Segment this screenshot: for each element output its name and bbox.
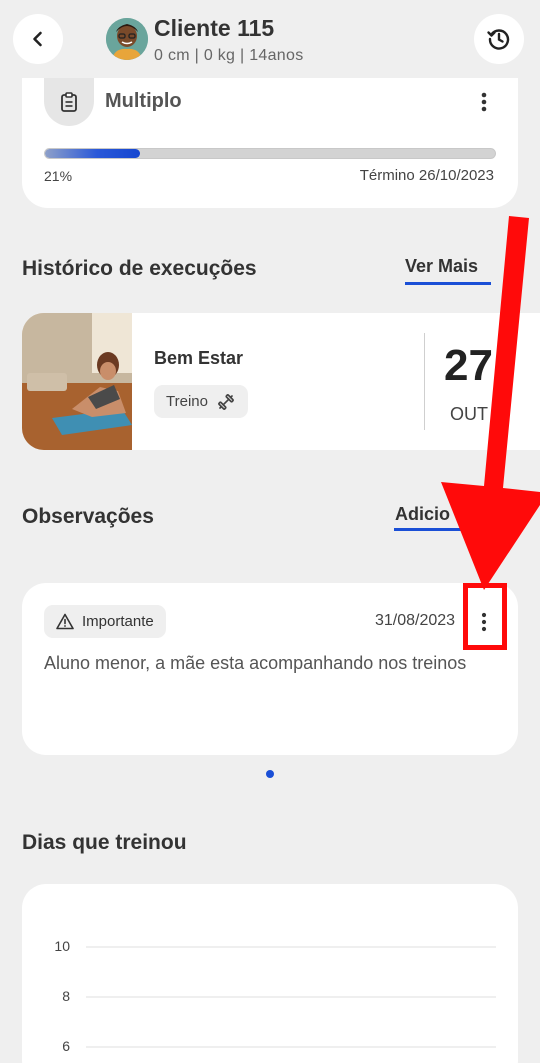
history-button[interactable] <box>474 14 524 64</box>
plan-progress-fill <box>45 149 140 158</box>
client-name: Cliente 115 <box>154 15 275 41</box>
execution-type-label: Treino <box>166 393 208 410</box>
annotation-highlight-box <box>463 583 507 650</box>
plan-name: Multiplo <box>105 90 182 112</box>
execution-title: Bem Estar <box>154 348 244 368</box>
warning-icon <box>56 613 74 630</box>
y-tick-label: 10 <box>54 938 70 954</box>
observation-text: Aluno menor, a mãe esta acompanhando nos… <box>44 653 467 673</box>
app-header: Cliente 115 0 cm | 0 kg | 14anos <box>0 0 540 78</box>
plan-more-button[interactable] <box>474 90 494 114</box>
observation-tag-label: Importante <box>82 613 154 630</box>
chevron-left-icon <box>33 31 42 47</box>
y-tick-label: 6 <box>62 1038 70 1054</box>
execution-day: 27 <box>444 341 493 390</box>
execution-month: OUT <box>450 404 488 424</box>
back-button[interactable] <box>13 14 63 64</box>
observation-card[interactable]: Importante 31/08/2023 Aluno menor, a mãe… <box>22 583 518 755</box>
grid-line <box>86 1046 496 1048</box>
client-meta: 0 cm | 0 kg | 14anos <box>154 47 304 64</box>
workout-photo <box>22 313 132 450</box>
grid-line <box>86 996 496 998</box>
add-observation-link[interactable]: Adicio <box>395 504 450 525</box>
observation-tag-chip: Importante <box>44 605 166 638</box>
plan-progress-label: 21% <box>44 168 73 184</box>
observations-section-title: Observações <box>22 505 154 528</box>
execution-divider <box>424 333 425 430</box>
execution-card[interactable]: Bem Estar Treino 27 OUT <box>22 313 540 450</box>
carousel-indicator <box>266 770 274 778</box>
plan-progress-bar <box>44 148 496 159</box>
clipboard-icon <box>61 92 77 112</box>
observation-date: 31/08/2023 <box>375 612 456 629</box>
execution-type-chip: Treino <box>154 385 248 418</box>
plan-card[interactable]: Multiplo 21% Término 26/10/2023 <box>22 78 518 208</box>
more-vertical-icon <box>481 92 487 112</box>
avatar <box>106 18 148 60</box>
y-tick-label: 8 <box>62 988 70 1004</box>
see-more-underline <box>405 282 491 285</box>
history-icon <box>487 29 510 50</box>
add-observation-underline <box>394 528 462 531</box>
executions-section-title: Histórico de execuções <box>22 257 257 280</box>
plan-end-date: Término 26/10/2023 <box>359 167 494 184</box>
trained-days-chart: 10 8 6 <box>22 884 518 1063</box>
dumbbell-icon <box>218 393 234 410</box>
trained-days-title: Dias que treinou <box>22 831 187 854</box>
see-more-link[interactable]: Ver Mais <box>405 256 478 277</box>
grid-line <box>86 946 496 948</box>
plan-icon-wrapper <box>44 78 94 126</box>
